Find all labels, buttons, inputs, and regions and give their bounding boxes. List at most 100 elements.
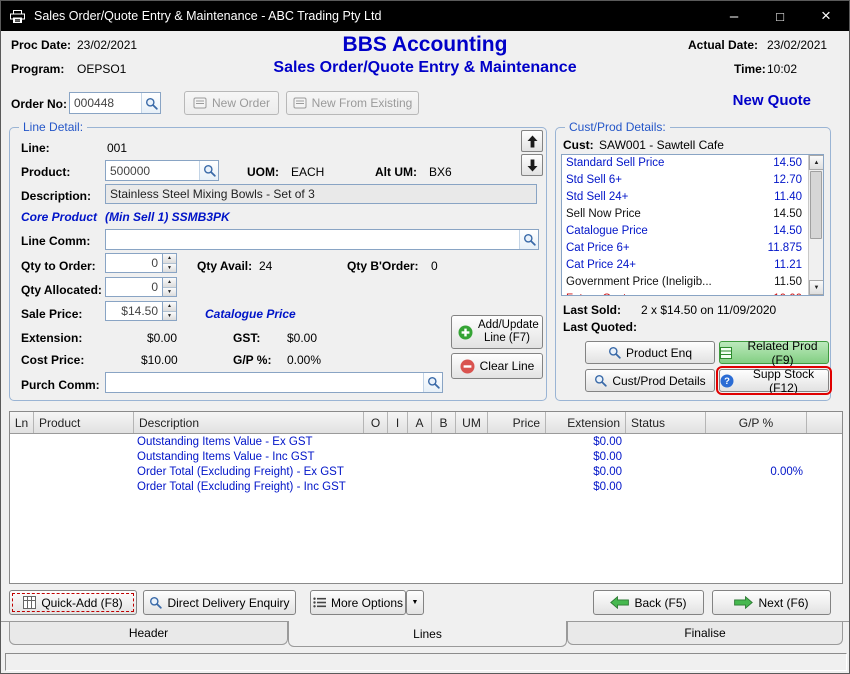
purch-comm-label: Purch Comm: (21, 378, 100, 392)
new-order-button[interactable]: New Order (184, 91, 279, 115)
extension-label: Extension: (21, 331, 82, 345)
alt-um-label: Alt UM: (375, 165, 417, 179)
more-options-dropdown-button[interactable]: ▼ (406, 590, 424, 615)
qty-allocated-stepper[interactable]: ▲▼ (162, 278, 176, 296)
window-title: Sales Order/Quote Entry & Maintenance - … (34, 9, 381, 23)
qty-to-order-input[interactable] (106, 254, 162, 272)
core-product-note: Core Product (21, 210, 97, 224)
add-update-line-button[interactable]: Add/Update Line (F7) (451, 315, 543, 349)
line-comm-search-icon[interactable] (519, 230, 538, 249)
spin-up-icon: ▲ (163, 254, 176, 264)
tab-lines-label: Lines (413, 627, 442, 641)
price-list-item[interactable]: Sell Now Price14.50 (562, 206, 823, 223)
scroll-down-icon[interactable]: ▼ (809, 280, 824, 295)
line-down-button[interactable] (521, 154, 543, 176)
clear-line-button[interactable]: Clear Line (451, 353, 543, 379)
order-search-icon[interactable] (141, 93, 160, 113)
minimize-button[interactable]: – (711, 1, 757, 31)
more-options-button[interactable]: More Options (310, 590, 406, 615)
qty-allocated-field[interactable]: ▲▼ (105, 277, 177, 297)
purch-comm-input[interactable] (106, 373, 423, 392)
cust-prod-details-label: Cust/Prod Details (612, 374, 705, 388)
new-from-existing-label: New From Existing (312, 96, 413, 110)
line-comm-input[interactable] (106, 230, 519, 249)
tab-lines[interactable]: Lines (288, 621, 567, 647)
qty-to-order-field[interactable]: ▲▼ (105, 253, 177, 273)
search-icon (594, 374, 607, 387)
product-enq-button[interactable]: Product Enq (585, 341, 715, 364)
purch-comm-field[interactable] (105, 372, 443, 393)
direct-delivery-button[interactable]: Direct Delivery Enquiry (143, 590, 296, 615)
green-left-arrow-icon (610, 596, 629, 609)
sale-price-stepper[interactable]: ▲▼ (162, 302, 176, 320)
tab-header[interactable]: Header (9, 622, 288, 645)
product-input[interactable] (106, 161, 199, 180)
qty-avail-label: Qty Avail: (197, 259, 252, 273)
qty-border-value: 0 (431, 259, 438, 273)
price-list-item[interactable]: Standard Sell Price14.50 (562, 155, 823, 172)
related-prod-button[interactable]: Related Prod (F9) (719, 341, 829, 364)
back-button[interactable]: Back (F5) (593, 590, 704, 615)
gst-value: $0.00 (287, 331, 317, 345)
green-right-arrow-icon (734, 596, 753, 609)
column-header-price: Price (488, 412, 546, 433)
line-up-button[interactable] (521, 130, 543, 152)
alt-um-value: BX6 (429, 165, 452, 179)
supp-stock-button[interactable]: ? Supp Stock (F12) (719, 369, 829, 392)
scrollbar-thumb[interactable] (810, 171, 822, 239)
gst-label: GST: (233, 331, 260, 345)
order-no-input[interactable] (70, 93, 141, 113)
price-list-scrollbar[interactable]: ▲ ▼ (808, 155, 823, 295)
uom-value: EACH (291, 165, 324, 179)
next-button[interactable]: Next (F6) (712, 590, 831, 615)
description-input[interactable] (106, 185, 536, 203)
order-lines-grid: Ln Product Description O I A B UM Price … (9, 411, 843, 584)
price-list-item[interactable]: Std Sell 24+11.40 (562, 189, 823, 206)
title-bar: Sales Order/Quote Entry & Maintenance - … (1, 1, 849, 31)
row-extension: $0.00 (546, 436, 622, 448)
tab-header-label: Header (129, 626, 168, 640)
order-mode-badge: New Quote (733, 92, 811, 109)
spin-up-icon: ▲ (163, 278, 176, 288)
new-from-existing-button[interactable]: New From Existing (286, 91, 419, 115)
purch-comm-search-icon[interactable] (423, 373, 442, 392)
time-label: Time: (734, 62, 766, 76)
qty-allocated-label: Qty Allocated: (21, 283, 102, 297)
spin-down-icon: ▼ (163, 312, 176, 321)
price-list-item[interactable]: Std Sell 6+12.70 (562, 172, 823, 189)
row-extension: $0.00 (546, 451, 622, 463)
sale-price-input[interactable] (106, 302, 162, 320)
line-comm-field[interactable] (105, 229, 539, 250)
tab-finalise[interactable]: Finalise (567, 622, 843, 645)
related-prod-label: Related Prod (F9) (737, 339, 828, 367)
price-source-note: Catalogue Price (205, 307, 296, 321)
sale-price-field[interactable]: ▲▼ (105, 301, 177, 321)
price-list-item[interactable]: Government Price (Ineligib...11.50 (562, 274, 823, 291)
qty-to-order-stepper[interactable]: ▲▼ (162, 254, 176, 272)
product-search-icon[interactable] (199, 161, 218, 180)
column-header-description: Description (134, 412, 364, 433)
column-header-b: B (432, 412, 456, 433)
order-no-field[interactable] (69, 92, 161, 114)
uom-label: UOM: (247, 165, 279, 179)
line-comm-label: Line Comm: (21, 234, 90, 248)
product-field[interactable] (105, 160, 219, 181)
quick-add-button[interactable]: Quick-Add (F8) (9, 590, 137, 615)
cust-prod-details-button[interactable]: Cust/Prod Details (585, 369, 715, 392)
product-label: Product: (21, 165, 70, 179)
price-list-item[interactable]: Catalogue Price14.50 (562, 223, 823, 240)
new-order-label: New Order (212, 96, 270, 110)
price-value: 11.40 (774, 191, 802, 203)
description-field[interactable] (105, 184, 537, 204)
qty-allocated-input[interactable] (106, 278, 162, 296)
scroll-up-icon[interactable]: ▲ (809, 155, 824, 170)
app-subtitle: Sales Order/Quote Entry & Maintenance (1, 59, 849, 77)
price-value: 11.21 (774, 259, 802, 271)
maximize-button[interactable]: □ (757, 1, 803, 31)
close-button[interactable]: × (803, 1, 849, 31)
price-list-item[interactable]: Cat Price 24+11.21 (562, 257, 823, 274)
price-list: Standard Sell Price14.50 Std Sell 6+12.7… (561, 154, 824, 296)
price-list-item[interactable]: Future Cost10.00 (562, 291, 823, 296)
summary-row: Order Total (Excluding Freight) - Ex GST… (10, 466, 842, 481)
price-list-item[interactable]: Cat Price 6+11.875 (562, 240, 823, 257)
